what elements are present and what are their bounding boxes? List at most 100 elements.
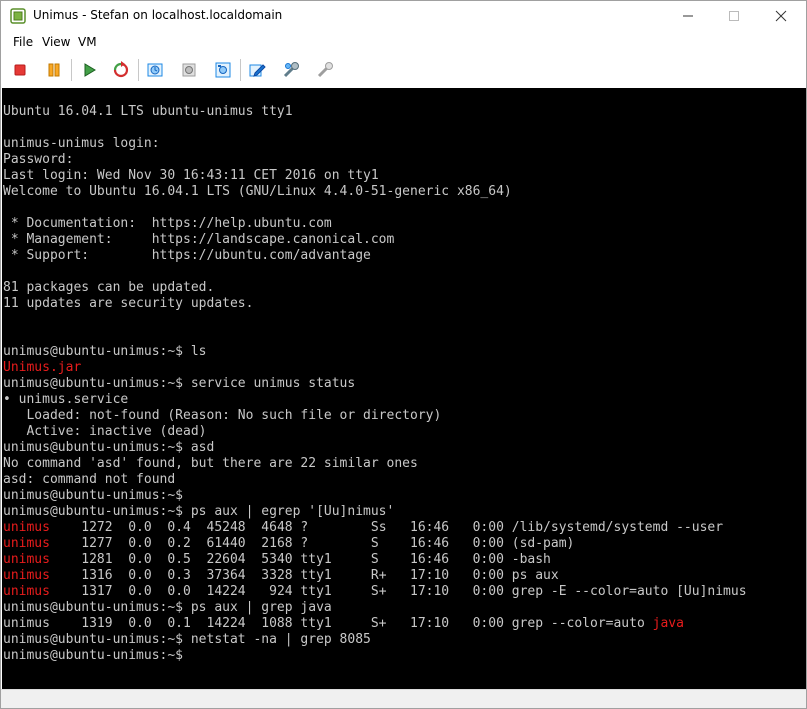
terminal-text: unimus-unimus login: bbox=[3, 136, 160, 151]
terminal-line: Last login: Wed Nov 30 16:43:11 CET 2016… bbox=[3, 168, 805, 184]
terminal-text: unimus@ubuntu-unimus:~$ ls bbox=[3, 344, 207, 359]
terminal-line: * Support: https://ubuntu.com/advantage bbox=[3, 248, 805, 264]
terminal-text: No command 'asd' found, but there are 22… bbox=[3, 456, 418, 471]
terminal-line: unimus@ubuntu-unimus:~$ ls bbox=[3, 344, 805, 360]
vm-window: Unimus - Stefan on localhost.localdomain… bbox=[0, 0, 807, 709]
terminal-text: unimus@ubuntu-unimus:~$ bbox=[3, 648, 184, 663]
menu-view[interactable]: View bbox=[42, 35, 70, 49]
pause-icon bbox=[48, 63, 60, 77]
highlighted-file: Unimus.jar bbox=[3, 360, 82, 375]
terminal-line: Unimus.jar bbox=[3, 360, 805, 376]
terminal-line: unimus@ubuntu-unimus:~$ bbox=[3, 488, 805, 504]
maximize-button[interactable] bbox=[711, 1, 757, 31]
terminal-output: Ubuntu 16.04.1 LTS ubuntu-unimus tty1 uni… bbox=[3, 104, 805, 664]
pause-button[interactable] bbox=[41, 57, 67, 83]
terminal-text: 11 updates are security updates. bbox=[3, 296, 254, 311]
terminal-line: unimus 1316 0.0 0.3 37364 3328 tty1 R+ 1… bbox=[3, 568, 805, 584]
highlighted-user: unimus bbox=[3, 536, 50, 551]
terminal-text: Welcome to Ubuntu 16.04.1 LTS (GNU/Linux… bbox=[3, 184, 512, 199]
minimize-icon bbox=[683, 15, 693, 17]
terminal-line: Loaded: not-found (Reason: No such file … bbox=[3, 408, 805, 424]
install-tools-button[interactable] bbox=[278, 57, 304, 83]
play-icon bbox=[84, 63, 96, 77]
terminal-line: 81 packages can be updated. bbox=[3, 280, 805, 296]
terminal-text: asd: command not found bbox=[3, 472, 176, 487]
terminal-text: Last login: Wed Nov 30 16:43:11 CET 2016… bbox=[3, 168, 379, 183]
terminal-line: unimus@ubuntu-unimus:~$ ps aux | grep ja… bbox=[3, 600, 805, 616]
terminal-line: No command 'asd' found, but there are 22… bbox=[3, 456, 805, 472]
terminal-line: * Documentation: https://help.ubuntu.com bbox=[3, 216, 805, 232]
menu-vm[interactable]: VM bbox=[78, 35, 97, 49]
terminal-text: unimus@ubuntu-unimus:~$ ps aux | egrep '… bbox=[3, 504, 395, 519]
terminal-line: • unimus.service bbox=[3, 392, 805, 408]
terminal-line: unimus@ubuntu-unimus:~$ netstat -na | gr… bbox=[3, 632, 805, 648]
terminal-line: * Management: https://landscape.canonica… bbox=[3, 232, 805, 248]
snapshot-button[interactable] bbox=[142, 57, 168, 83]
terminal-line: Welcome to Ubuntu 16.04.1 LTS (GNU/Linux… bbox=[3, 184, 805, 200]
highlighted-user: unimus bbox=[3, 584, 50, 599]
terminal-line: 11 updates are security updates. bbox=[3, 296, 805, 312]
close-button[interactable] bbox=[758, 1, 804, 31]
terminal-text: * Support: https://ubuntu.com/advantage bbox=[3, 248, 371, 263]
terminal-text: Loaded: not-found (Reason: No such file … bbox=[3, 408, 442, 423]
terminal-text: * Management: https://landscape.canonica… bbox=[3, 232, 395, 247]
terminal-line: unimus@ubuntu-unimus:~$ asd bbox=[3, 440, 805, 456]
revert-snapshot-icon bbox=[182, 63, 196, 77]
edit-settings-icon bbox=[249, 64, 266, 77]
terminal-line: unimus 1317 0.0 0.0 14224 924 tty1 S+ 17… bbox=[3, 584, 805, 600]
edit-settings-button[interactable] bbox=[244, 57, 270, 83]
reset-icon bbox=[113, 61, 129, 78]
terminal-text: * Documentation: https://help.ubuntu.com bbox=[3, 216, 332, 231]
terminal-text: 1277 0.0 0.2 61440 2168 ? S 16:46 0:00 (… bbox=[49, 536, 575, 551]
upgrade-tools-button[interactable] bbox=[312, 57, 338, 83]
snapshot-manager-button[interactable] bbox=[210, 57, 236, 83]
highlighted-user: unimus bbox=[3, 552, 50, 567]
terminal-line: Active: inactive (dead) bbox=[3, 424, 805, 440]
stop-icon bbox=[14, 64, 26, 76]
play-button[interactable] bbox=[76, 57, 102, 83]
vm-console[interactable]: Ubuntu 16.04.1 LTS ubuntu-unimus tty1 uni… bbox=[2, 88, 806, 689]
menu-bar: File View VM bbox=[1, 31, 806, 53]
terminal-line: unimus@ubuntu-unimus:~$ bbox=[3, 648, 805, 664]
toolbar-separator bbox=[138, 59, 139, 81]
terminal-text: 1272 0.0 0.4 45248 4648 ? Ss 16:46 0:00 … bbox=[49, 520, 724, 535]
terminal-line: Password: bbox=[3, 152, 805, 168]
terminal-text: Ubuntu 16.04.1 LTS ubuntu-unimus tty1 bbox=[3, 104, 293, 119]
terminal-line: unimus@ubuntu-unimus:~$ service unimus s… bbox=[3, 376, 805, 392]
terminal-text: 1281 0.0 0.5 22604 5340 tty1 S 16:46 0:0… bbox=[49, 552, 551, 567]
terminal-text: Password: bbox=[3, 152, 74, 167]
terminal-text: • unimus.service bbox=[3, 392, 129, 407]
terminal-text: unimus@ubuntu-unimus:~$ ps aux | grep ja… bbox=[3, 600, 332, 615]
minimize-button[interactable] bbox=[665, 1, 711, 31]
close-icon bbox=[775, 10, 787, 22]
window-title: Unimus - Stefan on localhost.localdomain bbox=[33, 8, 283, 22]
snapshot-icon bbox=[147, 63, 163, 77]
highlighted-match: java bbox=[652, 616, 684, 631]
terminal-text: unimus@ubuntu-unimus:~$ bbox=[3, 488, 184, 503]
terminal-text: Active: inactive (dead) bbox=[3, 424, 207, 439]
maximize-icon bbox=[729, 11, 739, 21]
revert-snapshot-button[interactable] bbox=[176, 57, 202, 83]
terminal-text: unimus@ubuntu-unimus:~$ service unimus s… bbox=[3, 376, 356, 391]
reset-button[interactable] bbox=[108, 57, 134, 83]
status-bar bbox=[1, 689, 806, 708]
menu-file[interactable]: File bbox=[13, 35, 33, 49]
toolbar-separator bbox=[71, 59, 72, 81]
stop-button[interactable] bbox=[7, 57, 33, 83]
terminal-line: unimus 1277 0.0 0.2 61440 2168 ? S 16:46… bbox=[3, 536, 805, 552]
terminal-text: unimus 1319 0.0 0.1 14224 1088 tty1 S+ 1… bbox=[3, 616, 653, 631]
toolbar-separator bbox=[240, 59, 241, 81]
vmware-app-icon bbox=[10, 8, 26, 24]
toolbar bbox=[1, 53, 806, 87]
upgrade-tools-icon bbox=[317, 62, 333, 78]
title-bar[interactable]: Unimus - Stefan on localhost.localdomain bbox=[1, 1, 806, 31]
terminal-text: 1317 0.0 0.0 14224 924 tty1 S+ 17:10 0:0… bbox=[49, 584, 747, 599]
terminal-line: unimus 1272 0.0 0.4 45248 4648 ? Ss 16:4… bbox=[3, 520, 805, 536]
terminal-line: unimus@ubuntu-unimus:~$ ps aux | egrep '… bbox=[3, 504, 805, 520]
snapshot-manager-icon bbox=[215, 62, 231, 78]
terminal-line: unimus-unimus login: bbox=[3, 136, 805, 152]
